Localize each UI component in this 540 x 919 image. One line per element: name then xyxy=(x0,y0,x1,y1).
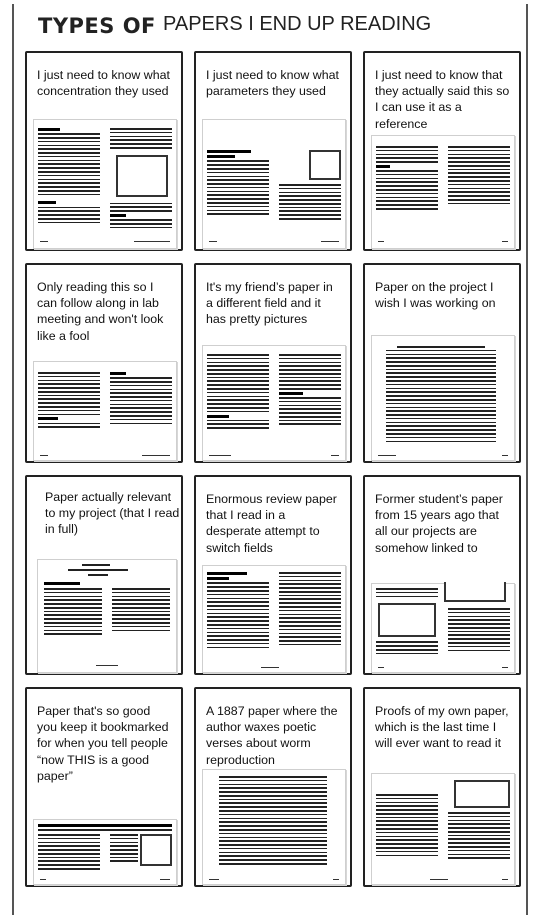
panel-former-student: Former student’s paper from 15 years ago… xyxy=(363,475,521,675)
panel-caption: Paper actually relevant to my project (t… xyxy=(45,490,180,537)
panel-caption: I just need to know what parameters they… xyxy=(206,68,339,99)
panel-caption: I just need to know what concentration t… xyxy=(37,68,170,99)
panel-grid: I just need to know what concentration t… xyxy=(25,51,523,888)
panel-relevant: Paper actually relevant to my project (t… xyxy=(25,475,183,675)
paper-sketch xyxy=(37,559,177,673)
panel-bookmarked: Paper that's so good you keep it bookmar… xyxy=(25,687,183,887)
panel-caption: Paper on the project I wish I was workin… xyxy=(375,280,496,311)
panel-concentration: I just need to know what concentration t… xyxy=(25,51,183,251)
panel-caption: I just need to know that they actually s… xyxy=(375,68,510,131)
panel-caption: Proofs of my own paper, which is the las… xyxy=(375,704,509,751)
paper-sketch xyxy=(33,361,177,461)
panel-caption: Only reading this so I can follow along … xyxy=(37,280,164,343)
paper-sketch xyxy=(202,119,346,249)
panel-lab-meeting: Only reading this so I can follow along … xyxy=(25,263,183,463)
panel-caption: It's my friend’s paper in a different fi… xyxy=(206,280,333,327)
paper-sketch xyxy=(371,582,515,673)
paper-sketch xyxy=(33,819,177,885)
paper-sketch xyxy=(33,119,177,249)
panel-1887-paper: A 1887 paper where the author waxes poet… xyxy=(194,687,352,887)
panel-wish-project: Paper on the project I wish I was workin… xyxy=(363,263,521,463)
paper-sketch xyxy=(371,135,515,249)
comic-title: TYPES OF PAPERS I END UP READING xyxy=(38,10,518,46)
paper-sketch xyxy=(202,769,346,885)
title-prefix: TYPES OF xyxy=(38,14,156,38)
panel-caption: Former student’s paper from 15 years ago… xyxy=(375,492,503,555)
paper-sketch xyxy=(202,345,346,461)
panel-reference: I just need to know that they actually s… xyxy=(363,51,521,251)
panel-parameters: I just need to know what parameters they… xyxy=(194,51,352,251)
paper-sketch xyxy=(202,565,346,673)
panel-caption: Enormous review paper that I read in a d… xyxy=(206,492,337,555)
panel-caption: A 1887 paper where the author waxes poet… xyxy=(206,704,338,767)
panel-caption: Paper that's so good you keep it bookmar… xyxy=(37,704,169,783)
title-main: PAPERS I END UP READING xyxy=(163,13,432,35)
panel-review: Enormous review paper that I read in a d… xyxy=(194,475,352,675)
panel-friends-paper: It's my friend’s paper in a different fi… xyxy=(194,263,352,463)
paper-sketch xyxy=(371,335,515,461)
panel-own-proofs: Proofs of my own paper, which is the las… xyxy=(363,687,521,887)
paper-sketch xyxy=(371,773,515,885)
